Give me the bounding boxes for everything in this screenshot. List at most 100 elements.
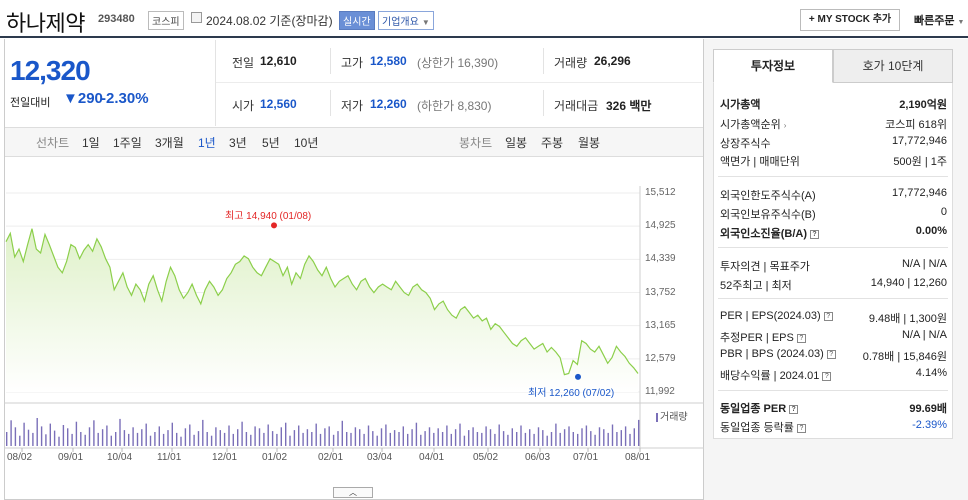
volume-bar [337,431,339,446]
y-tick-label: 14,339 [645,253,676,265]
low-marker-label: 최저 12,260 (07/02) [528,387,615,399]
volume-bar [611,424,614,446]
volume-bar [568,426,570,446]
volume-bar [293,430,296,446]
volume-bar [93,420,95,446]
volume-bar [80,432,82,446]
tab-invest-info[interactable]: 투자정보 [713,49,833,83]
info-value: 500원 | 1주 [893,156,947,168]
volume-bar [228,425,230,446]
volume-bar [136,432,139,446]
price-area [6,228,638,392]
volume-bar [529,429,531,446]
info-value: 0.00% [915,225,947,237]
header-divider [0,36,968,38]
y-tick-label: 13,165 [645,319,676,331]
volume-bar [359,429,361,446]
line-chart-label: 선차트 [36,136,70,150]
volume-bar [398,432,400,446]
price-chart[interactable] [0,158,704,488]
volume-label: 거래량 [554,56,588,70]
tab-order-book[interactable]: 호가 10단계 [833,49,953,83]
volume-bar [376,435,378,446]
volume-bar [32,432,34,446]
volume-bar [563,429,566,446]
volume-bar [459,423,461,446]
volume-bar [402,426,404,446]
divider [543,48,544,74]
volume-bar [311,432,313,446]
volume-bar [193,434,195,446]
period-10y[interactable]: 10년 [294,134,318,151]
volume-bar [581,428,583,446]
volume-bar [271,431,274,446]
volume-bar [62,425,65,446]
volume-bar [590,431,592,446]
info-value: 4.14% [915,367,947,379]
company-overview-dropdown[interactable]: 기업개요 ▼ [378,11,434,30]
volume-bar [468,430,470,446]
info-label: 52주최고 | 최저 [720,277,792,293]
open-label: 시가 [232,99,255,113]
help-icon[interactable]: ? [789,404,799,414]
volume-bar [58,436,60,446]
period-3m[interactable]: 3개월 [155,134,184,151]
candle-daily[interactable]: 일봉 [505,134,527,151]
volume-bar [97,432,99,446]
candle-weekly[interactable]: 주봉 [541,134,563,151]
y-tick-label: 15,512 [645,187,676,198]
period-1y[interactable]: 1년 [198,134,216,151]
volume-bar [485,426,487,446]
volume-bar [520,425,522,446]
volume-bar [232,433,234,446]
period-1d[interactable]: 1일 [82,134,100,151]
period-1w[interactable]: 1주일 [113,134,142,151]
volume-bar [393,430,396,446]
chevron-up-icon: ︿ [349,488,357,497]
stock-name: 하나제약 [6,11,85,36]
volume-bar [354,427,357,446]
period-3y[interactable]: 3년 [229,134,247,151]
divider [543,90,544,116]
volume-bar [559,432,561,446]
info-label-text: 시가총액 [720,99,761,111]
info-value: N/A | N/A [901,329,947,341]
period-5y[interactable]: 5년 [262,134,280,151]
realtime-badge[interactable]: 실시간 [339,11,375,30]
volume-bar [10,420,12,446]
volume-bar [585,425,588,446]
x-tick-label: 11/01 [157,452,182,463]
x-tick-label: 05/02 [473,452,499,463]
volume-bar [263,432,265,446]
y-tick-label: 12,579 [645,352,676,364]
diff-label: 전일대비 [10,97,51,109]
info-divider [718,247,948,248]
volume-bar [276,433,278,446]
current-price: 12,320 [10,55,91,86]
x-tick-label: 06/03 [525,452,551,463]
y-tick-label: 14,925 [645,220,676,232]
info-value: 99.69배 [909,403,947,415]
prev-label: 전일 [232,56,255,70]
my-stock-add-button[interactable]: + MY STOCK 추가 [800,9,900,31]
collapse-chart-button[interactable]: ︿ [333,487,373,498]
volume-bar [607,432,609,446]
info-label-text: 외국인소진율(B/A) [720,228,807,240]
volume-bar [180,436,182,446]
volume-bar [481,432,483,446]
volume-bar [332,434,335,446]
volume-bar [472,427,474,446]
volume-bar [71,433,73,446]
info-label-text: 추정PER | EPS [720,332,794,344]
volume-bar [494,433,496,446]
volume-bar [498,424,500,446]
diff-value: ▼290 [63,90,103,107]
volume-bar [289,435,291,446]
info-value: 코스피 618위 [885,119,947,131]
x-tick-label: 03/04 [367,452,393,463]
quick-order-button[interactable]: 빠른주문 ▼ [914,12,964,28]
volume-bar [533,433,535,446]
x-tick-label: 08/02 [7,452,33,463]
volume-bar [184,428,187,446]
candle-monthly[interactable]: 월봉 [578,134,600,151]
